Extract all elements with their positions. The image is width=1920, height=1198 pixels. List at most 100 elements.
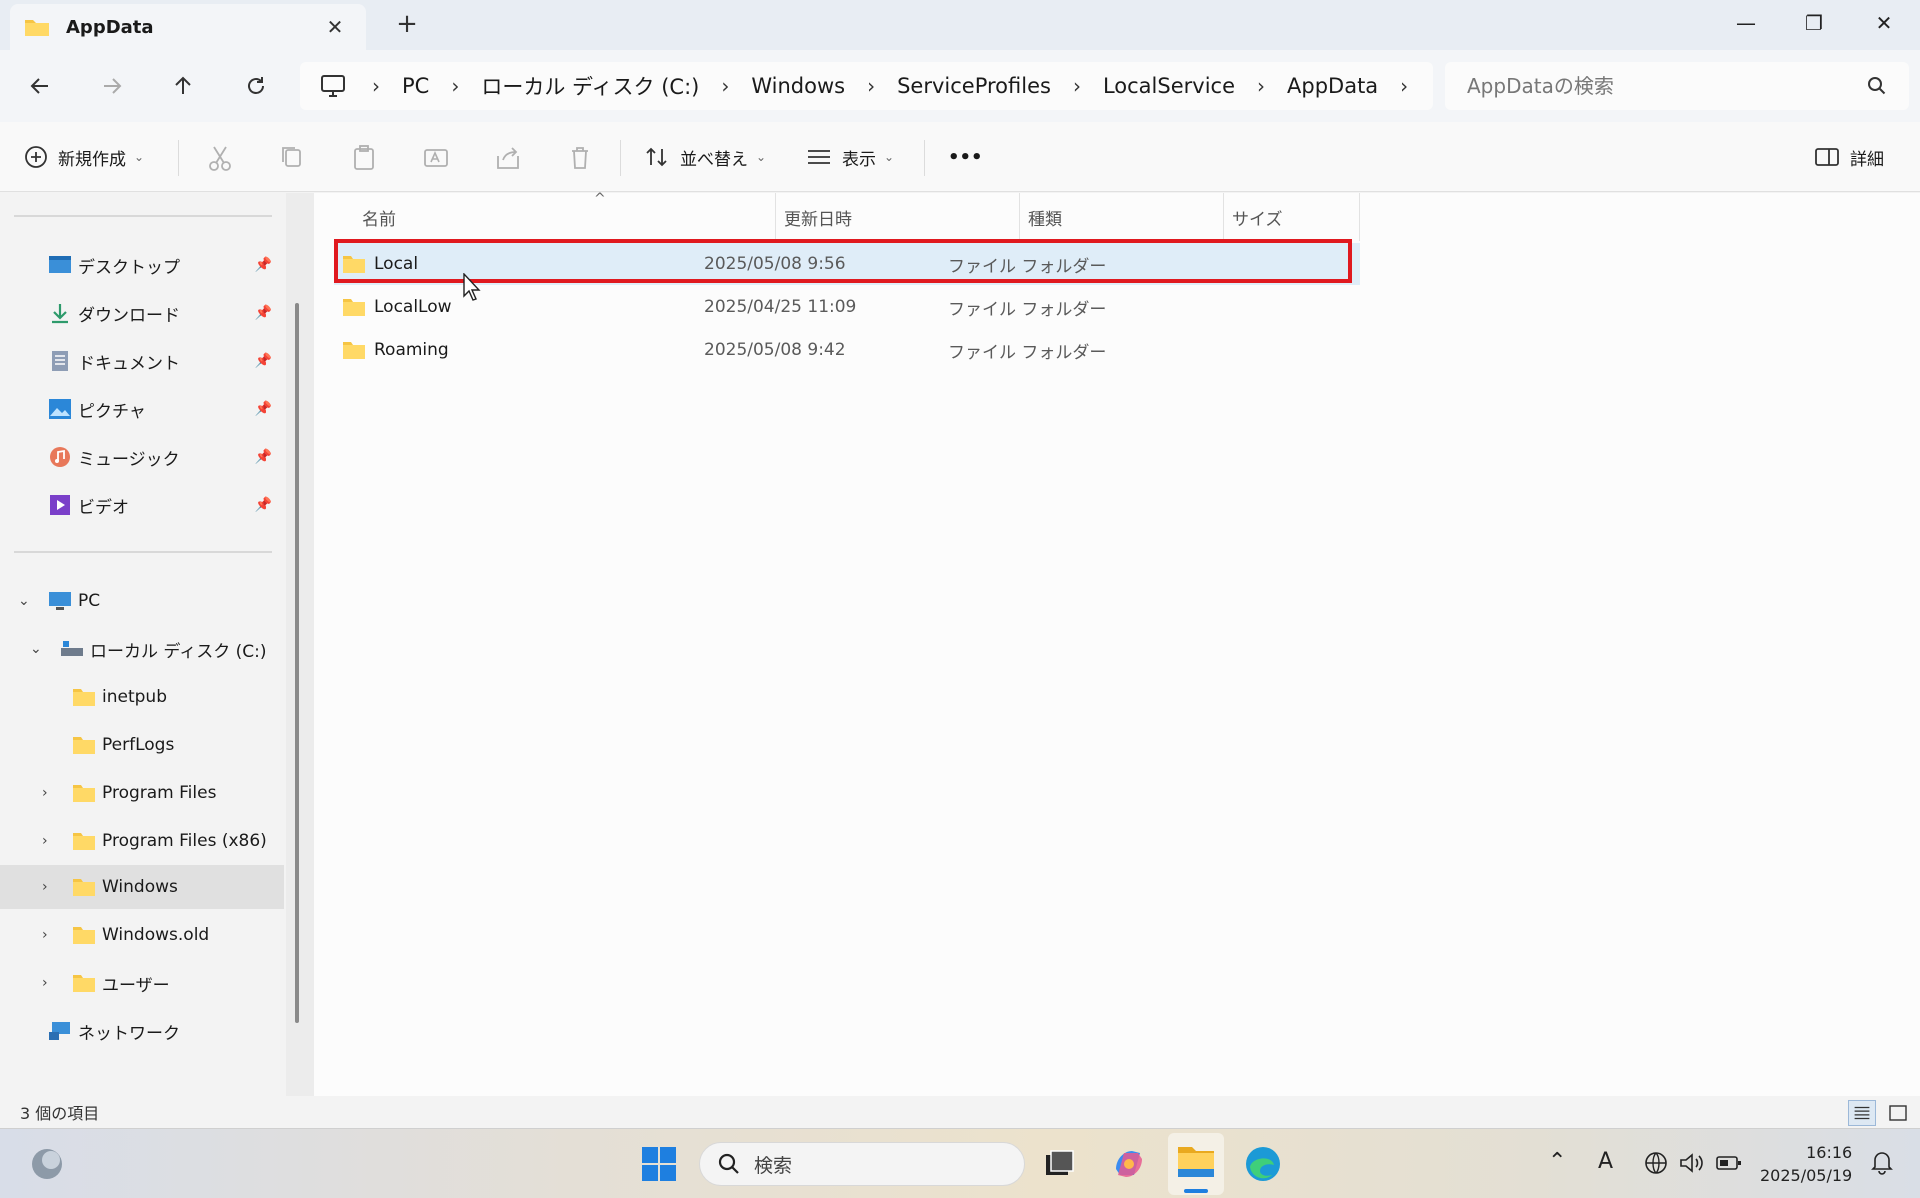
sidebar-item-users[interactable]: › ユーザー [0,961,284,1005]
file-explorer-taskbar-button[interactable] [1168,1133,1224,1195]
file-row[interactable]: Roaming 2025/05/08 9:42 ファイル フォルダー [334,329,1360,371]
chevron-right-icon[interactable]: › [42,927,48,943]
taskbar-search[interactable]: 検索 [699,1142,1025,1186]
documents-icon [52,351,68,371]
back-button[interactable] [18,66,62,106]
sidebar-item-pc[interactable]: ⌄ PC [0,579,284,623]
breadcrumb-localservice[interactable]: LocalService [1097,74,1241,98]
breadcrumb-windows[interactable]: Windows [745,74,851,98]
clock[interactable]: 16:16 2025/05/19 [1760,1141,1852,1187]
edge-icon[interactable] [1240,1141,1286,1187]
sidebar-item-label: Windows.old [102,925,210,945]
column-header-type[interactable]: 種類 [1020,193,1224,241]
pin-icon: 📌 [254,497,272,513]
chevron-down-icon[interactable]: ⌄ [18,593,30,609]
details-view-icon[interactable] [1848,1100,1876,1126]
address-bar[interactable]: › PC › ローカル ディスク (C:) › Windows › Servic… [300,62,1433,110]
copy-icon[interactable] [276,142,308,174]
sidebar-item-pictures[interactable]: ピクチャ 📌 [0,387,284,431]
sidebar-scrollbar[interactable] [295,303,299,1023]
sidebar-item-inetpub[interactable]: inetpub [0,675,284,719]
chevron-down-icon[interactable]: ⌄ [30,641,42,657]
sidebar-item-label: ローカル ディスク (C:) [90,641,267,662]
file-date: 2025/05/08 9:42 [704,340,846,360]
sidebar-item-local-disk[interactable]: ⌄ ローカル ディスク (C:) [0,627,284,671]
sidebar-item-perflogs[interactable]: PerfLogs [0,723,284,767]
widgets-icon[interactable] [24,1141,70,1187]
search-input[interactable] [1467,74,1847,98]
task-view-icon[interactable] [1036,1141,1082,1187]
column-header-date[interactable]: 更新日時 [776,193,1020,241]
maximize-button[interactable]: ❐ [1794,8,1834,40]
breadcrumb-pc[interactable]: PC [396,74,435,98]
breadcrumb-separator[interactable]: › [1384,74,1424,98]
file-row[interactable]: Local 2025/05/08 9:56 ファイル フォルダー [334,243,1360,285]
start-icon[interactable] [636,1141,682,1187]
navigation-bar: › PC › ローカル ディスク (C:) › Windows › Servic… [0,50,1920,122]
view-button[interactable]: 表示 ⌄ [806,136,894,178]
sidebar-item-label: ピクチャ [78,401,146,422]
breadcrumb-local-disk[interactable]: ローカル ディスク (C:) [475,71,705,101]
breadcrumb-serviceprofiles[interactable]: ServiceProfiles [891,74,1057,98]
file-list: 名前 ^ 更新日時 種類 サイズ Local 2025/05/08 9:56 フ… [314,191,1920,1096]
file-explorer-icon [1178,1147,1214,1177]
notification-bell-icon[interactable] [1870,1149,1894,1175]
breadcrumb-separator[interactable]: › [705,74,745,98]
battery-icon[interactable] [1716,1153,1742,1173]
close-window-button[interactable]: ✕ [1864,8,1904,40]
sidebar-item-desktop[interactable]: デスクトップ 📌 [0,243,284,287]
chevron-right-icon[interactable]: › [42,879,48,895]
pin-icon: 📌 [254,353,272,369]
sort-button[interactable]: 並べ替え ⌄ [644,136,766,178]
copilot-icon[interactable] [1106,1141,1152,1187]
sidebar-item-windows[interactable]: › Windows [0,865,284,909]
sidebar-item-windows-old[interactable]: › Windows.old [0,913,284,957]
new-tab-button[interactable]: + [392,10,422,40]
pin-icon: 📌 [254,257,272,273]
column-header-size[interactable]: サイズ [1224,193,1360,241]
delete-icon[interactable] [564,142,596,174]
tab-appdata[interactable]: AppData ✕ [10,4,366,50]
file-name: Roaming [374,340,449,360]
tab-close-button[interactable]: ✕ [322,14,348,40]
forward-button[interactable] [90,66,134,106]
sidebar-item-network[interactable]: ネットワーク [0,1009,284,1053]
details-pane-button[interactable]: 詳細 [1814,136,1884,178]
chevron-up-icon[interactable]: ⌃ [1548,1149,1566,1174]
sort-button-label: 並べ替え [680,149,748,170]
share-icon[interactable] [492,142,524,174]
volume-icon[interactable] [1678,1151,1704,1175]
folder-icon [343,342,365,359]
cut-icon[interactable] [204,142,236,174]
rename-icon[interactable] [420,142,452,174]
more-options-button[interactable]: ••• [948,136,983,178]
chevron-right-icon[interactable]: › [42,785,48,801]
folder-icon [73,927,95,944]
file-row[interactable]: LocalLow 2025/04/25 11:09 ファイル フォルダー [334,286,1360,328]
up-button[interactable] [161,66,205,106]
ime-indicator[interactable]: A [1598,1149,1613,1174]
chevron-right-icon[interactable]: › [42,833,48,849]
sidebar-item-videos[interactable]: ビデオ 📌 [0,483,284,527]
chevron-right-icon[interactable]: › [42,975,48,991]
minimize-button[interactable]: — [1726,8,1766,40]
sidebar-item-documents[interactable]: ドキュメント 📌 [0,339,284,383]
column-header-name[interactable]: 名前 ^ [354,191,776,241]
breadcrumb-separator[interactable]: › [1241,74,1281,98]
new-button[interactable]: 新規作成 ⌄ [24,136,144,178]
breadcrumb-separator[interactable]: › [851,74,891,98]
paste-icon[interactable] [348,142,380,174]
refresh-button[interactable] [234,66,278,106]
breadcrumb-separator[interactable]: › [435,74,475,98]
globe-icon[interactable] [1644,1151,1668,1175]
sidebar-item-program-files-x86[interactable]: › Program Files (x86) [0,819,284,863]
breadcrumb-appdata[interactable]: AppData [1281,74,1384,98]
thumbnail-view-icon[interactable] [1884,1100,1912,1126]
sidebar-item-music[interactable]: ミュージック 📌 [0,435,284,479]
breadcrumb-separator[interactable]: › [1057,74,1097,98]
folder-icon [343,256,365,273]
computer-icon [49,592,71,610]
search-box[interactable] [1445,62,1909,110]
sidebar-item-program-files[interactable]: › Program Files [0,771,284,815]
sidebar-item-downloads[interactable]: ダウンロード 📌 [0,291,284,335]
